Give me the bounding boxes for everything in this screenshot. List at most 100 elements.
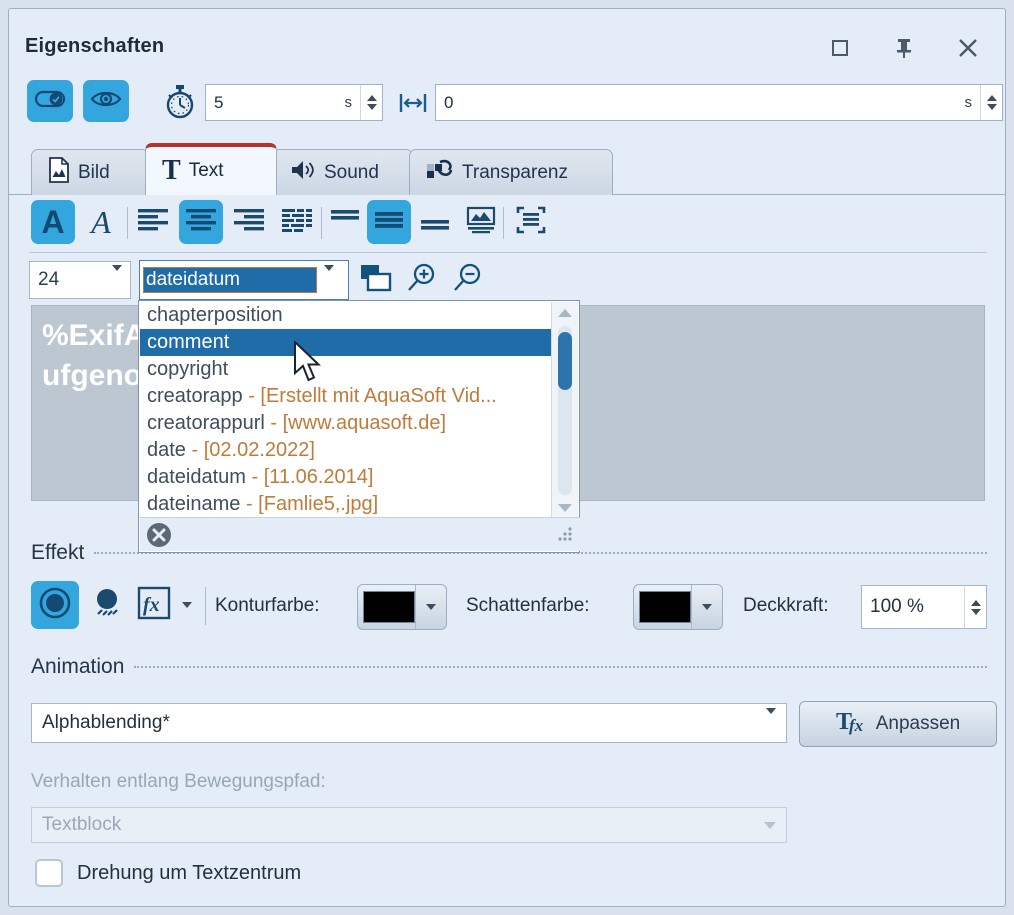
list-item[interactable]: comment [140,329,552,356]
deckkraft-value[interactable]: 100 % [862,596,964,618]
font-size-combo[interactable]: 24 [29,261,131,299]
stepper-down-icon[interactable] [987,104,997,110]
animation-combo[interactable]: Alphablending* [31,703,787,743]
tab-text[interactable]: T Text [145,143,277,195]
outline-effect-button[interactable] [31,581,79,629]
list-item[interactable]: dateiname - [Famlie5,.jpg] [140,491,552,518]
format-toolbar: A A [9,195,1005,253]
rotate-checkbox[interactable] [35,859,63,887]
italic-a-icon: A [91,206,111,238]
duration-value[interactable]: 5 [206,93,345,113]
item-key: dateiname [147,493,240,515]
scrollbar-thumb[interactable] [558,332,572,390]
text-background-button[interactable] [459,200,503,244]
schatten-color-swatch[interactable] [639,591,691,623]
toggle-visible-button[interactable] [83,80,129,122]
toolbar-divider [503,207,504,239]
deckkraft-stepper[interactable] [964,586,986,628]
align-left-button[interactable] [131,200,175,244]
schatten-color-button[interactable] [633,584,723,630]
dropdown-list[interactable]: chapterposition comment copyright creato… [140,302,552,519]
image-file-icon [48,157,70,189]
chevron-down-icon[interactable] [766,714,776,732]
stepper-up-icon[interactable] [367,95,377,101]
item-key: dateidatum [147,466,246,488]
offset-value[interactable]: 0 [436,93,965,113]
item-key: creatorapp [147,385,243,407]
valign-middle-button[interactable] [367,200,411,244]
valign-bottom-button[interactable] [413,200,457,244]
tab-label: Bild [78,162,110,184]
shadow-effect-button[interactable] [87,581,127,629]
anpassen-button[interactable]: T fx Anpassen [799,701,997,747]
dropdown-scrollbar[interactable] [551,302,578,519]
group-label: Effekt [31,541,94,565]
kontur-label: Konturfarbe: [215,595,320,617]
svg-text:fx: fx [143,594,160,616]
align-right-icon [233,207,265,238]
deckkraft-field[interactable]: 100 % [861,585,987,629]
list-item[interactable]: dateidatum - [11.06.2014] [140,464,552,491]
valign-top-button[interactable] [323,200,367,244]
eye-icon [90,88,122,115]
duration-stepper[interactable] [360,85,382,120]
offset-field[interactable]: 0 s [435,84,1003,121]
list-item[interactable]: date - [02.02.2022] [140,437,552,464]
tab-transparenz[interactable]: Transparenz [409,149,613,195]
scrollbar-track[interactable] [558,326,572,495]
item-value: - [02.02.2022] [192,439,315,461]
bold-a-icon: A [41,206,64,238]
chevron-down-icon[interactable] [691,585,722,629]
textbox-fit-button[interactable] [509,200,553,244]
zoom-in-button[interactable] [405,263,441,297]
list-item[interactable]: creatorapp - [Erstellt mit AquaSoft Vid.… [140,383,552,410]
tab-bild[interactable]: Bild [31,149,149,195]
chevron-down-icon[interactable] [316,271,342,289]
tab-sound[interactable]: Sound [273,149,413,195]
stepper-up-icon[interactable] [971,600,981,606]
resize-grip-icon[interactable] [556,526,574,544]
path-behavior-value: Textblock [42,814,764,836]
title-bar: Eigenschaften [9,9,1005,71]
pin-window-button[interactable] [887,31,921,65]
zoom-in-icon [405,280,437,297]
italic-a-button[interactable]: A [79,200,123,244]
toggle-active-button[interactable] [27,80,73,122]
list-item[interactable]: copyright [140,356,552,383]
fx-effect-button[interactable]: fx [133,583,175,627]
restore-window-button[interactable] [823,31,857,65]
chevron-down-icon[interactable] [112,271,122,289]
scroll-down-icon[interactable] [558,497,572,519]
kontur-color-swatch[interactable] [363,591,415,623]
valign-top-icon [329,207,361,238]
item-key: chapterposition [147,304,283,326]
close-window-button[interactable] [951,31,985,65]
align-justify-button[interactable] [275,200,319,244]
align-right-button[interactable] [227,200,271,244]
list-item[interactable]: creatorappurl - [www.aquasoft.de] [140,410,552,437]
align-center-button[interactable] [179,200,223,244]
bold-a-button[interactable]: A [31,200,75,244]
align-left-icon [137,207,169,238]
fx-dropdown-button[interactable] [173,583,201,627]
kontur-color-button[interactable] [357,584,447,630]
duration-field[interactable]: 5 s [205,84,383,121]
rotate-checkbox-row[interactable]: Drehung um Textzentrum [35,859,301,887]
stepper-down-icon[interactable] [367,104,377,110]
stepper-down-icon[interactable] [971,609,981,615]
duplicate-layer-button[interactable] [359,263,395,297]
zoom-out-button[interactable] [451,263,487,297]
list-item[interactable]: chapterposition [140,302,552,329]
variable-combo[interactable]: dateidatum [139,260,349,300]
clear-circle-x-icon[interactable] [146,522,172,548]
properties-dialog: Eigenschaften [8,8,1006,907]
offset-stepper[interactable] [980,85,1002,120]
toggle-check-icon [35,89,65,114]
scroll-up-icon[interactable] [558,302,572,324]
variable-dropdown-popup[interactable]: chapterposition comment copyright creato… [138,300,580,553]
stepper-up-icon[interactable] [987,95,997,101]
chevron-down-icon[interactable] [415,585,446,629]
group-header-animation: Animation [31,653,987,681]
toolbar-divider [205,587,206,625]
variable-input[interactable]: dateidatum [144,268,316,292]
